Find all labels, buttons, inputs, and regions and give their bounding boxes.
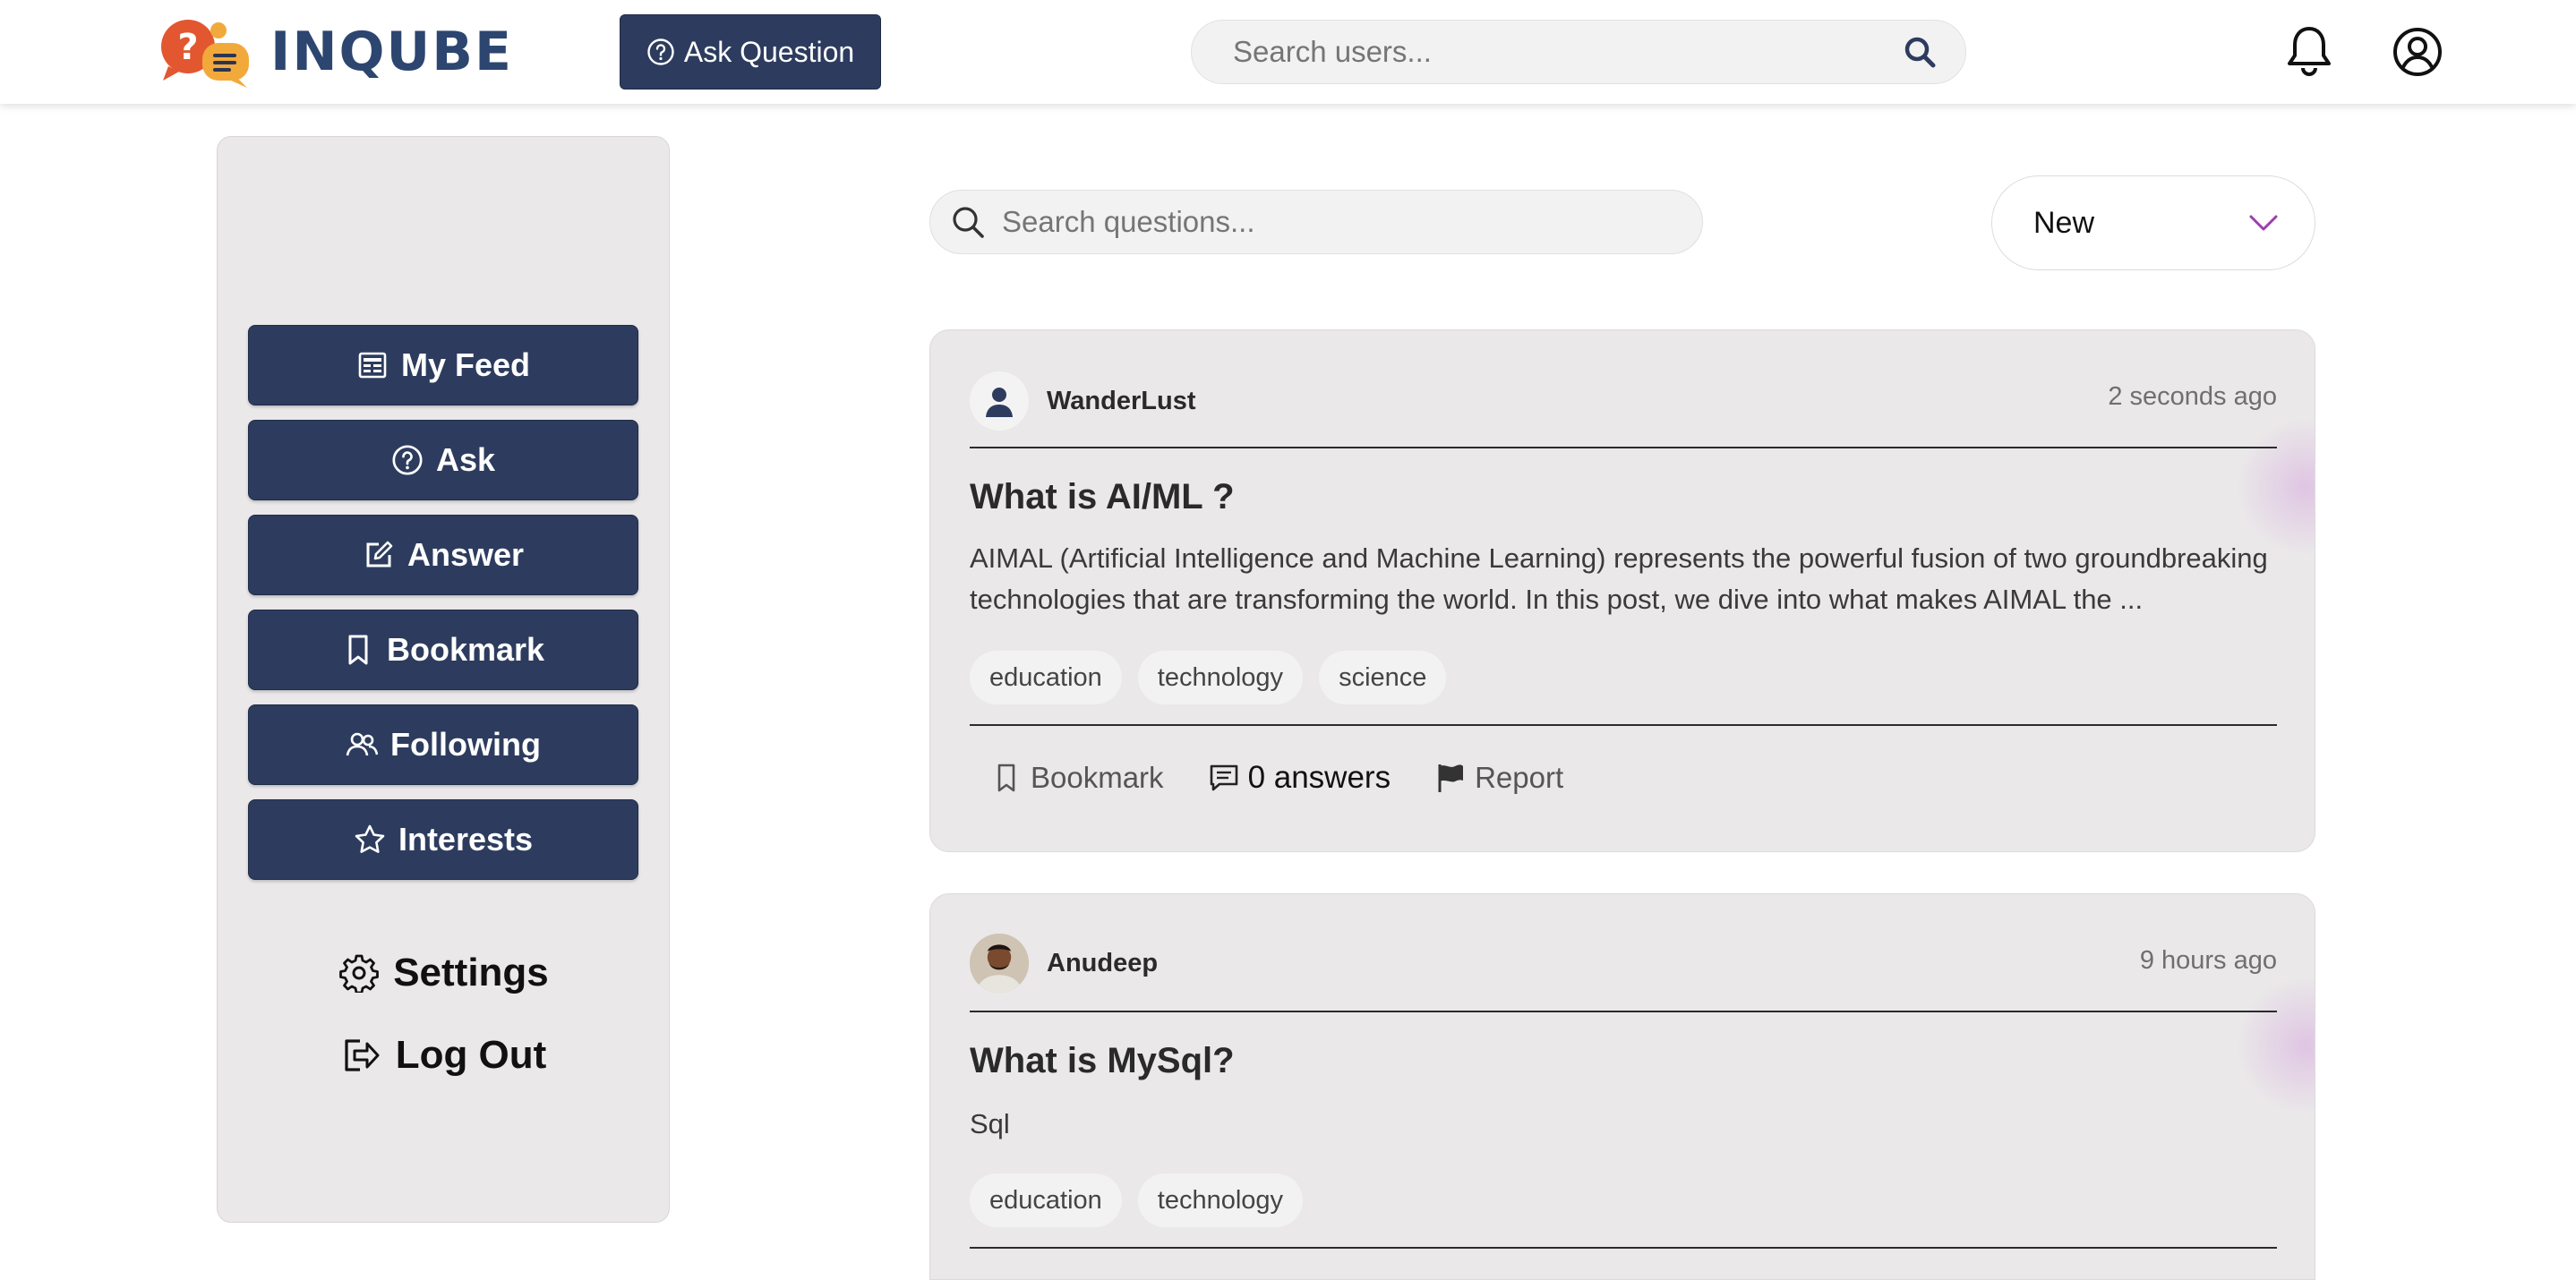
svg-text:?: ?: [177, 27, 198, 68]
star-icon: [355, 824, 385, 853]
edit-icon: [366, 541, 393, 567]
sidebar-item-ask[interactable]: Ask: [248, 420, 638, 500]
question-circle-icon: [392, 445, 423, 475]
divider: [970, 1247, 2277, 1249]
avatar: [970, 371, 1029, 431]
logo-icon: ?: [161, 20, 249, 88]
post-time: 2 seconds ago: [2108, 382, 2277, 411]
search-icon: [953, 207, 984, 238]
tag-list: education technology science: [970, 651, 1447, 704]
logo[interactable]: ? INQUBE: [159, 16, 513, 88]
sidebar-item-label: Following: [390, 726, 541, 763]
gear-icon: [339, 954, 380, 993]
question-body: AIMAL (Artificial Intelligence and Machi…: [970, 542, 2268, 615]
search-icon[interactable]: [1903, 35, 1937, 69]
bookmark-button[interactable]: Bookmark: [991, 761, 1164, 795]
author-name: WanderLust: [1047, 386, 1196, 415]
sidebar-item-label: My Feed: [400, 346, 531, 383]
ask-question-button[interactable]: Ask Question: [620, 14, 881, 90]
sort-selected-value: New: [2033, 205, 2095, 240]
people-icon: [346, 732, 379, 756]
card-author[interactable]: WanderLust: [970, 371, 1195, 431]
user-photo-icon: [970, 934, 1029, 993]
sidebar-item-my-feed[interactable]: My Feed: [248, 325, 638, 405]
card-actions: Bookmark 0 answers Report: [991, 760, 1563, 796]
notification-bell-icon[interactable]: [2286, 25, 2332, 77]
answers-count: 0 answers: [1247, 760, 1391, 795]
sidebar-item-answer[interactable]: Answer: [248, 515, 638, 595]
flag-icon: [1438, 764, 1464, 792]
user-search-bar: [1191, 20, 1966, 84]
tag[interactable]: education: [970, 651, 1122, 704]
user-profile-icon[interactable]: [2392, 27, 2443, 77]
report-button[interactable]: Report: [1435, 761, 1563, 795]
settings-label: Settings: [393, 951, 549, 994]
question-search-input[interactable]: [1002, 205, 1681, 239]
bookmark-label: Bookmark: [1031, 761, 1164, 794]
post-time: 9 hours ago: [2139, 946, 2277, 975]
divider: [970, 724, 2277, 726]
sidebar-item-following[interactable]: Following: [248, 704, 638, 785]
sidebar-item-label: Ask: [435, 441, 496, 478]
question-card[interactable]: WanderLust 2 seconds ago What is AI/ML ?…: [929, 329, 2315, 852]
settings-link[interactable]: Settings: [218, 944, 671, 1002]
tag[interactable]: science: [1319, 651, 1447, 704]
divider: [970, 1011, 2277, 1012]
question-body: Sql: [970, 1108, 1010, 1139]
user-icon: [986, 388, 1013, 417]
sort-dropdown[interactable]: New: [1991, 175, 2315, 270]
bookmark-icon: [997, 764, 1015, 792]
user-search-input[interactable]: [1233, 35, 1903, 69]
question-search-bar: [929, 190, 1703, 254]
card-decoration: [2234, 420, 2315, 554]
comment-icon: [1210, 764, 1237, 791]
tag-list: education technology: [970, 1173, 1304, 1227]
question-card[interactable]: Anudeep 9 hours ago What is MySql? Sql e…: [929, 893, 2315, 1280]
tag[interactable]: technology: [1137, 651, 1304, 704]
tag[interactable]: technology: [1137, 1173, 1304, 1227]
logout-icon: [345, 1039, 380, 1071]
answers-button[interactable]: 0 answers: [1209, 760, 1391, 796]
logout-label: Log Out: [395, 1033, 547, 1077]
logo-text: INQUBE: [270, 21, 513, 83]
author-name: Anudeep: [1047, 948, 1159, 977]
divider: [970, 447, 2277, 448]
top-header: ? INQUBE Ask Question: [0, 0, 2576, 104]
question-title[interactable]: What is MySql?: [970, 1041, 1235, 1081]
card-author[interactable]: Anudeep: [970, 934, 1158, 993]
ask-question-label: Ask Question: [683, 35, 855, 68]
sidebar-item-bookmark[interactable]: Bookmark: [248, 610, 638, 690]
bookmark-icon: [348, 635, 368, 665]
tag[interactable]: education: [970, 1173, 1122, 1227]
report-label: Report: [1475, 761, 1564, 794]
feed-icon: [358, 352, 387, 379]
question-title[interactable]: What is AI/ML ?: [970, 477, 1235, 517]
sidebar-item-label: Bookmark: [386, 631, 545, 668]
avatar: [970, 934, 1029, 993]
logout-link[interactable]: Log Out: [218, 1027, 671, 1084]
sidebar-item-interests[interactable]: Interests: [248, 799, 638, 880]
card-decoration: [2234, 978, 2315, 1113]
chevron-down-icon: [2249, 215, 2278, 231]
sidebar: My Feed Ask Answer Bookmark Following In…: [217, 136, 670, 1223]
question-circle-icon: [647, 38, 674, 65]
sidebar-item-label: Answer: [407, 536, 525, 573]
sidebar-item-label: Interests: [398, 821, 534, 858]
